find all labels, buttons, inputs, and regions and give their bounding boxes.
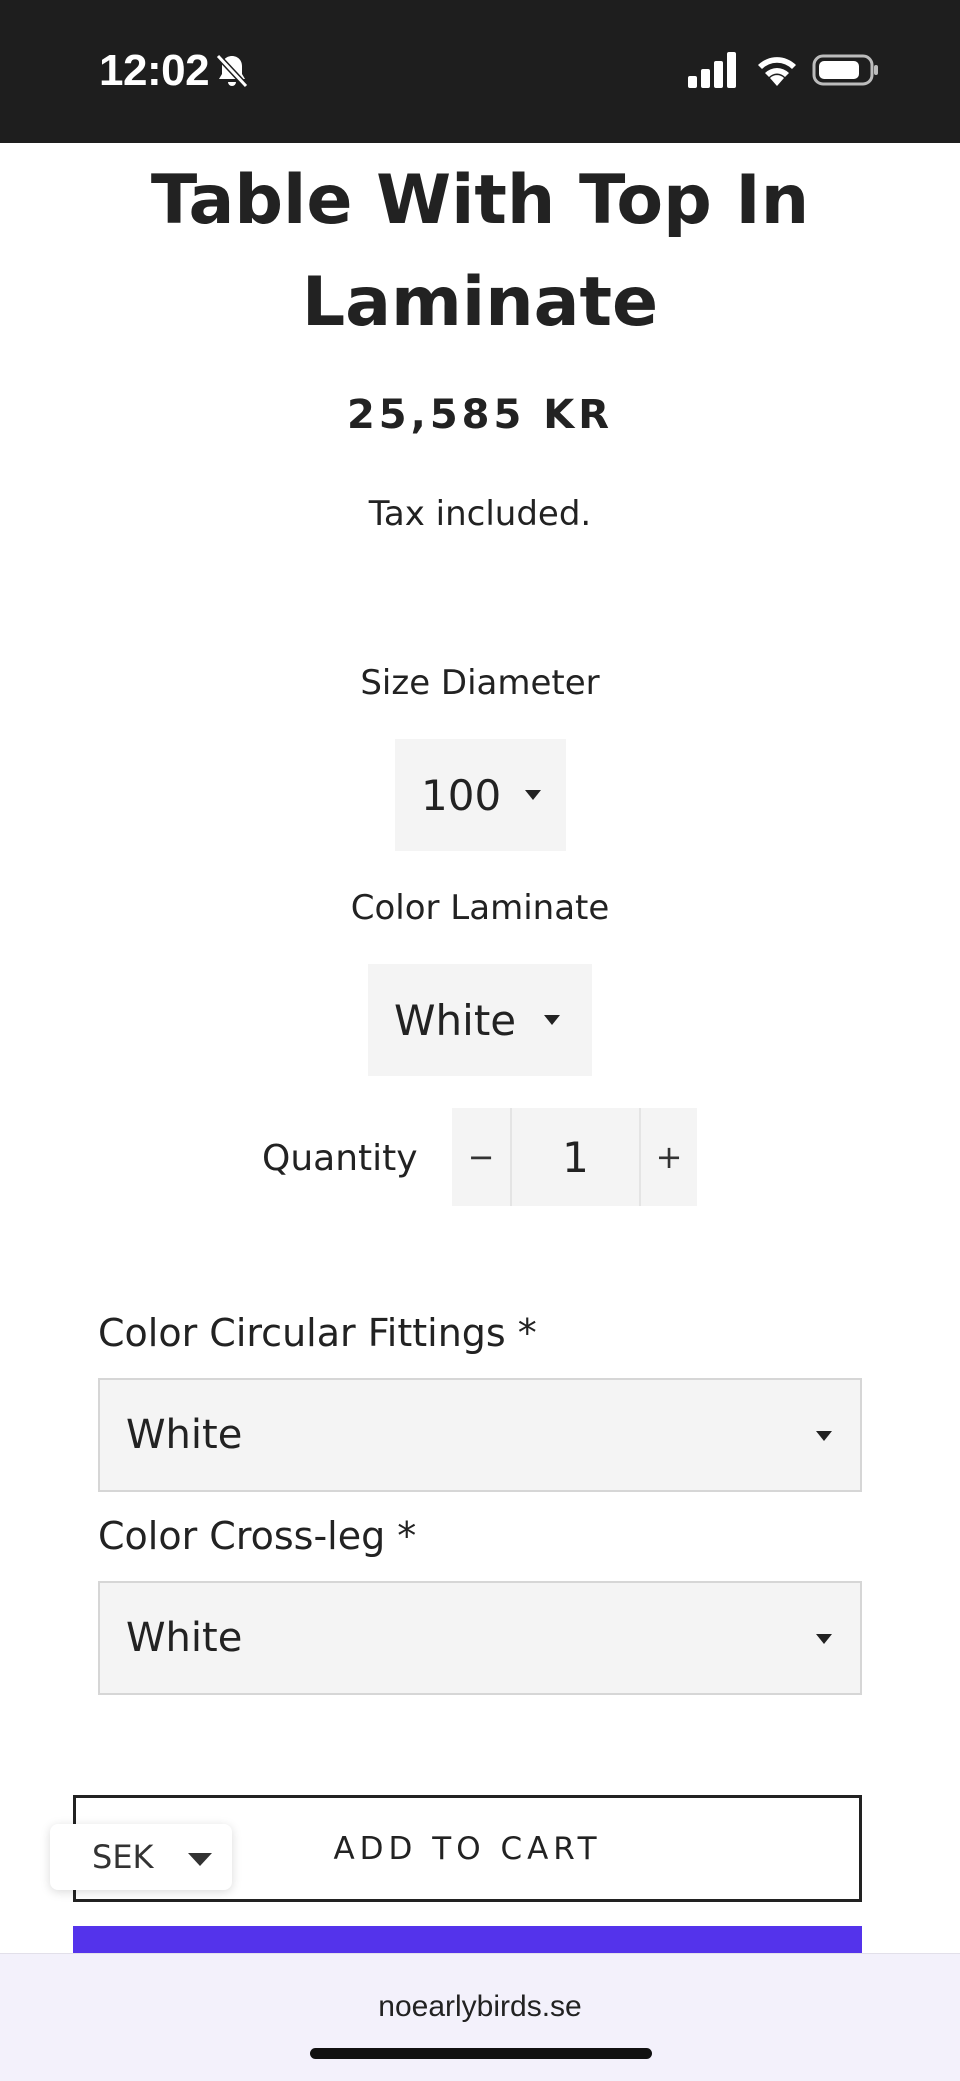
size-value: 100: [421, 770, 502, 820]
quantity-decrease-button[interactable]: −: [452, 1108, 512, 1206]
chevron-down-icon: [544, 1015, 561, 1025]
size-select[interactable]: 100: [395, 739, 566, 851]
fittings-select[interactable]: White: [98, 1378, 862, 1492]
quantity-stepper: − 1 +: [452, 1108, 697, 1206]
chevron-down-icon: [816, 1431, 832, 1441]
home-indicator[interactable]: [310, 2048, 652, 2059]
battery-icon: [812, 54, 878, 86]
tax-note: Tax included.: [368, 494, 592, 534]
crossleg-label: Color Cross-leg *: [98, 1514, 417, 1558]
fittings-label: Color Circular Fittings *: [98, 1311, 537, 1355]
fittings-value: White: [126, 1412, 243, 1458]
status-bar: 12:02: [0, 0, 960, 143]
chevron-down-icon: [525, 790, 542, 800]
crossleg-select[interactable]: White: [98, 1581, 862, 1695]
cellular-signal-icon: [688, 52, 736, 88]
crossleg-value: White: [126, 1615, 243, 1661]
wifi-icon: [758, 57, 796, 86]
color-laminate-select[interactable]: White: [368, 964, 592, 1076]
currency-code: SEK: [92, 1838, 154, 1876]
quantity-input[interactable]: 1: [514, 1108, 637, 1206]
browser-address-bar[interactable]: noearlybirds.se: [0, 1953, 960, 2081]
quantity-increase-button[interactable]: +: [639, 1108, 697, 1206]
bell-slash-icon: [215, 53, 249, 89]
size-label: Size Diameter: [360, 663, 600, 703]
color-laminate-value: White: [394, 995, 517, 1045]
caret-down-icon: [188, 1853, 212, 1866]
product-price: 25,585 KR: [346, 392, 614, 438]
status-time: 12:02: [99, 46, 210, 95]
product-title: Table With Top In Laminate: [150, 161, 810, 342]
currency-selector[interactable]: SEK: [50, 1824, 232, 1890]
quantity-label: Quantity: [262, 1138, 418, 1179]
chevron-down-icon: [816, 1634, 832, 1644]
url-text: noearlybirds.se: [378, 1990, 582, 2023]
color-laminate-label: Color Laminate: [350, 888, 610, 928]
